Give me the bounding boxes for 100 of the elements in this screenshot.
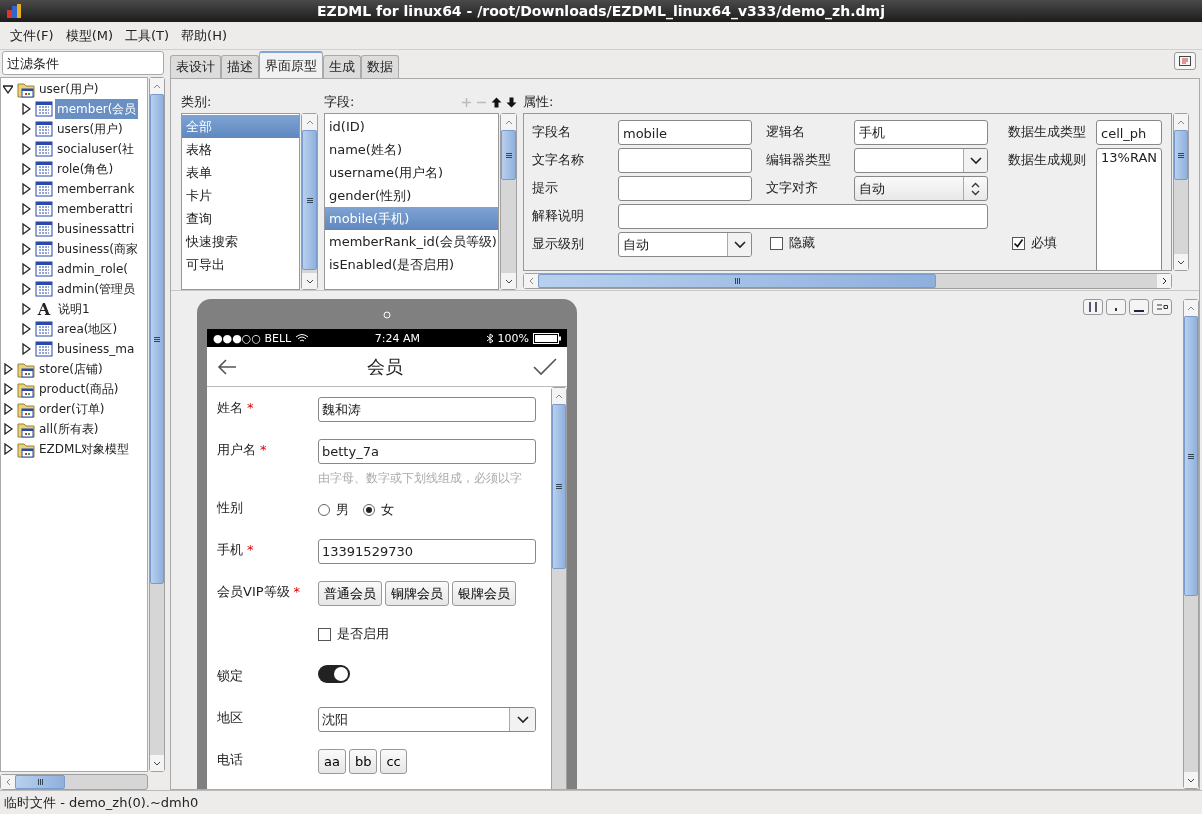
option-button[interactable]: 普通会员 <box>318 581 382 606</box>
tree-item[interactable]: socialuser(社 <box>55 139 137 159</box>
list-item[interactable]: 表单 <box>182 161 299 184</box>
expand-icon[interactable] <box>21 343 31 355</box>
tree-item[interactable]: product(商品) <box>37 379 121 399</box>
scroll-down-icon[interactable] <box>1187 777 1195 783</box>
scroll-left-icon[interactable] <box>528 277 534 285</box>
tree-item[interactable]: user(用户) <box>37 79 101 99</box>
expand-icon[interactable] <box>21 323 31 335</box>
expand-icon[interactable] <box>21 123 31 135</box>
expand-icon[interactable] <box>21 303 31 315</box>
property-field[interactable]: cell_ph <box>1096 120 1162 145</box>
scroll-down-icon[interactable] <box>305 278 314 284</box>
expand-icon[interactable] <box>21 163 31 175</box>
text-input[interactable]: betty_7a <box>318 439 536 464</box>
list-item[interactable]: memberRank_id(会员等级) <box>325 230 498 253</box>
tree-item[interactable]: all(所有表) <box>37 419 101 439</box>
option-button[interactable]: bb <box>348 749 378 774</box>
option-button[interactable]: aa <box>318 749 346 774</box>
tree-item[interactable]: memberrank <box>55 179 137 199</box>
scrollbar[interactable] <box>523 273 1172 289</box>
updown-icon[interactable] <box>971 181 980 196</box>
tab[interactable]: 表设计 <box>170 55 221 78</box>
scroll-left-icon[interactable] <box>5 778 11 786</box>
scrollbar[interactable] <box>500 113 517 290</box>
expand-icon[interactable] <box>21 143 31 155</box>
tab[interactable]: 界面原型 <box>259 51 323 78</box>
menu-item[interactable]: 文件(F) <box>4 26 60 45</box>
scroll-down-icon[interactable] <box>504 278 513 284</box>
checkmark-icon[interactable] <box>533 357 557 376</box>
menu-item[interactable]: 模型(M) <box>59 26 119 45</box>
expand-icon[interactable] <box>21 223 31 235</box>
tree-item[interactable]: store(店铺) <box>37 359 105 379</box>
down-arrow-icon[interactable] <box>506 96 517 108</box>
text-input[interactable]: 魏和涛 <box>318 397 536 422</box>
property-field[interactable]: 手机 <box>854 120 988 145</box>
filter-field[interactable]: 过滤条件 <box>2 51 164 75</box>
tree-item[interactable]: memberattri <box>55 199 135 219</box>
scroll-right-icon[interactable] <box>1161 277 1167 285</box>
panel-button[interactable] <box>1174 52 1196 70</box>
list-item[interactable]: username(用户名) <box>325 161 498 184</box>
tree-item[interactable]: users(用户) <box>55 119 125 139</box>
list-item[interactable]: 查询 <box>182 207 299 230</box>
scrollbar[interactable] <box>0 774 148 790</box>
list-item[interactable]: gender(性别) <box>325 184 498 207</box>
list-item[interactable]: 快速搜索 <box>182 230 299 253</box>
expand-icon[interactable] <box>3 383 13 395</box>
list-item[interactable]: name(姓名) <box>325 138 498 161</box>
property-field[interactable] <box>618 176 752 201</box>
collapse-icon[interactable] <box>3 83 13 95</box>
checkbox[interactable]: 是否启用 <box>318 623 536 643</box>
list-item[interactable]: isEnabled(是否启用) <box>325 253 498 276</box>
expand-icon[interactable] <box>3 423 13 435</box>
list-item[interactable]: 卡片 <box>182 184 299 207</box>
tree-item[interactable]: 说明1 <box>56 299 92 319</box>
tab[interactable]: 描述 <box>221 55 259 78</box>
option-button[interactable]: 银牌会员 <box>452 581 516 606</box>
scrollbar[interactable] <box>149 77 165 772</box>
expand-icon[interactable] <box>21 103 31 115</box>
scroll-up-icon[interactable] <box>305 119 314 125</box>
scrollbar[interactable] <box>301 113 318 290</box>
expand-icon[interactable] <box>21 203 31 215</box>
canvas-tool-button[interactable] <box>1083 299 1103 315</box>
text-input[interactable]: 13391529730 <box>318 539 536 564</box>
dropdown[interactable]: 沈阳 <box>318 707 536 732</box>
scroll-up-icon[interactable] <box>153 83 161 89</box>
option-button[interactable]: cc <box>380 749 407 774</box>
back-arrow-icon[interactable] <box>217 358 237 375</box>
list-item[interactable]: id(ID) <box>325 115 498 138</box>
tree-item[interactable]: businessattri <box>55 219 137 239</box>
menu-item[interactable]: 帮助(H) <box>175 26 233 45</box>
tree-item[interactable]: admin_role( <box>55 259 130 279</box>
property-field[interactable] <box>618 204 988 229</box>
scroll-up-icon[interactable] <box>555 393 563 399</box>
scrollbar[interactable] <box>551 387 567 789</box>
expand-icon[interactable] <box>3 443 13 455</box>
expand-icon[interactable] <box>21 283 31 295</box>
scroll-down-icon[interactable] <box>1177 259 1185 265</box>
menu-item[interactable]: 工具(T) <box>119 26 176 45</box>
option-button[interactable]: 铜牌会员 <box>385 581 449 606</box>
scroll-up-icon[interactable] <box>504 119 513 125</box>
expand-icon[interactable] <box>21 183 31 195</box>
spin-select[interactable]: 自动 <box>854 176 988 201</box>
dropdown[interactable]: 自动 <box>618 232 752 257</box>
tab[interactable]: 生成 <box>323 55 361 78</box>
tree-item[interactable]: EZDML对象模型 <box>37 439 132 459</box>
expand-icon[interactable] <box>3 403 13 415</box>
expand-icon[interactable] <box>21 243 31 255</box>
up-arrow-icon[interactable] <box>491 96 502 108</box>
list-item[interactable]: 表格 <box>182 138 299 161</box>
property-field[interactable]: mobile <box>618 120 752 145</box>
tree-item[interactable]: role(角色) <box>55 159 116 179</box>
tree-item[interactable]: area(地区) <box>55 319 120 339</box>
expand-icon[interactable] <box>21 263 31 275</box>
scrollbar[interactable] <box>1183 299 1199 789</box>
tree-item[interactable]: business(商家 <box>55 239 140 259</box>
scrollbar[interactable] <box>1173 113 1189 271</box>
scroll-up-icon[interactable] <box>1177 119 1185 125</box>
scroll-down-icon[interactable] <box>153 760 161 766</box>
checkbox[interactable]: 隐藏 <box>766 232 988 252</box>
